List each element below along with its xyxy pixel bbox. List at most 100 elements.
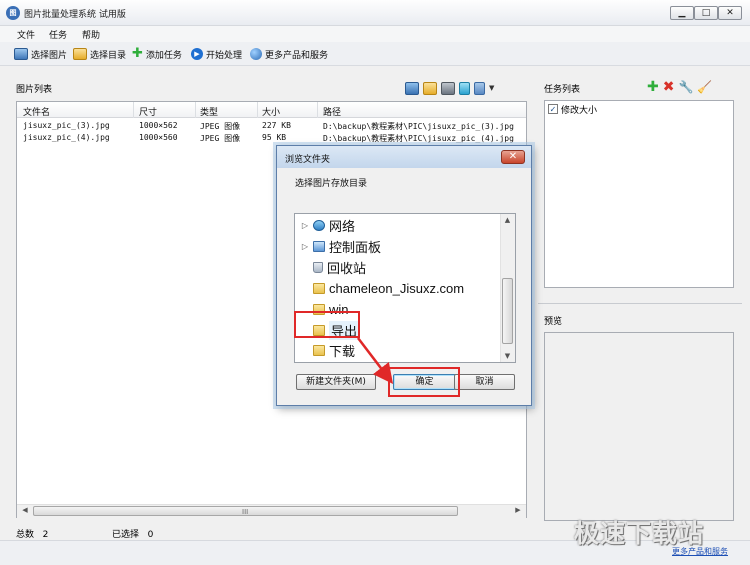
image-list-label: 图片列表	[16, 85, 53, 95]
column-separator[interactable]	[317, 102, 318, 118]
total-count-label: 总数	[16, 530, 35, 540]
play-icon: ▶	[191, 48, 203, 60]
task-list-label: 任务列表	[544, 85, 581, 95]
horizontal-scrollbar-thumb[interactable]: III	[33, 506, 458, 516]
broom-icon[interactable]: 🧹	[697, 80, 712, 94]
add-image-icon[interactable]	[405, 81, 419, 95]
cancel-button[interactable]: 取消	[454, 374, 515, 390]
cell-size: 227 KB	[262, 121, 291, 130]
folder-icon	[73, 48, 87, 60]
scroll-up-icon[interactable]: ▲	[500, 214, 515, 226]
recycle-bin-icon	[313, 261, 323, 273]
column-separator[interactable]	[257, 102, 258, 118]
menu-task[interactable]: 任务	[49, 28, 67, 41]
start-processing-button[interactable]: ▶ 开始处理	[191, 46, 242, 62]
cell-dimensions: 1000×562	[139, 121, 178, 130]
table-row[interactable]: jisuxz_pic_(4).jpg 1000×560 JPEG 图像 95 K…	[17, 133, 526, 144]
delete-icon[interactable]: ✖	[663, 80, 675, 94]
folder-icon	[313, 282, 325, 294]
menu-file[interactable]: 文件	[17, 28, 35, 41]
cell-size: 95 KB	[262, 133, 287, 142]
view-icon[interactable]	[474, 81, 485, 95]
task-checkbox[interactable]: ✓	[548, 104, 558, 114]
column-type[interactable]: 类型	[200, 105, 218, 118]
image-list-toolbar: ▼	[405, 80, 494, 96]
wrench-icon[interactable]: 🔧	[678, 80, 693, 94]
add-task-label: 添加任务	[145, 50, 182, 61]
menu-bar: 文件 任务 帮助	[0, 26, 750, 42]
window-title: 图片批量处理系统 试用版	[24, 10, 126, 20]
add-folder-icon[interactable]	[423, 81, 437, 95]
total-count: 总数 2	[16, 527, 48, 540]
maximize-button[interactable]: □	[694, 6, 718, 20]
scrollbar-grip-icon: III	[242, 508, 249, 516]
folder-icon	[313, 344, 325, 356]
tree-item-folder[interactable]: 下载	[301, 341, 355, 359]
selected-count: 已选择 0	[112, 527, 153, 540]
total-count-value: 2	[42, 530, 49, 540]
plus-icon[interactable]: ✚	[647, 80, 659, 94]
column-size[interactable]: 大小	[262, 105, 280, 118]
expand-icon[interactable]: ▷	[301, 242, 309, 251]
dialog-close-button[interactable]: ✕	[501, 150, 525, 164]
add-task-button[interactable]: ✚ 添加任务	[132, 46, 182, 62]
scroll-right-icon[interactable]: ▶	[512, 506, 524, 516]
column-path[interactable]: 路径	[323, 105, 341, 118]
column-separator[interactable]	[133, 102, 134, 118]
task-list[interactable]: ✓ 修改大小	[544, 100, 734, 288]
cell-type: JPEG 图像	[200, 134, 241, 143]
delete-icon[interactable]	[459, 81, 470, 95]
image-list-header: 文件名 尺寸 类型 大小 路径	[17, 102, 526, 118]
app-logo-icon: 图	[6, 6, 20, 20]
toolbar: 选择图片 选择目录 ✚ 添加任务 ▶ 开始处理 更多产品和服务	[0, 42, 750, 66]
menu-help[interactable]: 帮助	[82, 28, 100, 41]
export-folder-highlight	[294, 311, 360, 338]
select-images-button[interactable]: 选择图片	[14, 46, 67, 62]
start-processing-label: 开始处理	[206, 50, 243, 61]
tree-item-label: 回收站	[327, 260, 367, 276]
globe-icon	[250, 48, 262, 60]
chevron-down-icon[interactable]: ▼	[489, 84, 494, 92]
column-separator[interactable]	[195, 102, 196, 118]
close-button[interactable]: ✕	[718, 6, 742, 20]
scroll-left-icon[interactable]: ◀	[19, 506, 31, 516]
cell-filename: jisuxz_pic_(3).jpg	[23, 121, 110, 130]
preview-label: 预览	[544, 317, 563, 327]
dialog-prompt: 选择图片存放目录	[295, 179, 368, 189]
cell-path: D:\backup\教程素材\PIC\jisuxz_pic_(4).jpg	[323, 134, 514, 143]
selected-count-value: 0	[147, 530, 154, 540]
column-filename[interactable]: 文件名	[23, 105, 50, 118]
tree-item-folder[interactable]: chameleon_Jisuxz.com	[301, 279, 464, 297]
remove-image-icon[interactable]	[441, 81, 455, 95]
plus-icon: ✚	[132, 46, 143, 61]
new-folder-button[interactable]: 新建文件夹(M)	[296, 374, 376, 390]
table-row[interactable]: jisuxz_pic_(3).jpg 1000×562 JPEG 图像 227 …	[17, 121, 526, 132]
minimize-button[interactable]: ▁	[670, 6, 694, 20]
ok-button-highlight	[388, 367, 460, 397]
tree-item-label: 下载	[329, 343, 356, 359]
tree-item-control-panel[interactable]: ▷ 控制面板	[301, 237, 381, 255]
cell-filename: jisuxz_pic_(4).jpg	[23, 133, 110, 142]
folder-tree[interactable]: ▷ 网络 ▷ 控制面板 回收站 chameleon_Jisuxz.com win	[294, 213, 516, 363]
select-directory-label: 选择目录	[90, 50, 127, 61]
task-list-toolbar: ✚ ✖ 🔧 🧹	[647, 80, 712, 94]
picture-icon	[14, 48, 28, 60]
panel-divider[interactable]	[538, 303, 742, 304]
task-item-label[interactable]: 修改大小	[561, 103, 597, 116]
column-dimensions[interactable]: 尺寸	[139, 105, 157, 118]
tree-item-label: 控制面板	[329, 239, 382, 255]
scroll-down-icon[interactable]: ▼	[500, 350, 515, 362]
tree-item-recycle-bin[interactable]: 回收站	[301, 258, 366, 276]
selected-count-label: 已选择	[112, 530, 140, 540]
dialog-title: 浏览文件夹	[285, 155, 331, 165]
select-images-label: 选择图片	[31, 50, 68, 61]
select-directory-button[interactable]: 选择目录	[73, 46, 126, 62]
more-products-label: 更多产品和服务	[265, 50, 329, 61]
more-products-button[interactable]: 更多产品和服务	[250, 46, 328, 62]
watermark: 极速下载站	[574, 519, 705, 548]
control-panel-icon	[313, 240, 325, 252]
tree-item-network[interactable]: ▷ 网络	[301, 216, 355, 234]
vertical-scrollbar-thumb[interactable]	[502, 278, 513, 344]
expand-icon[interactable]: ▷	[301, 221, 309, 230]
cell-dimensions: 1000×560	[139, 133, 178, 142]
